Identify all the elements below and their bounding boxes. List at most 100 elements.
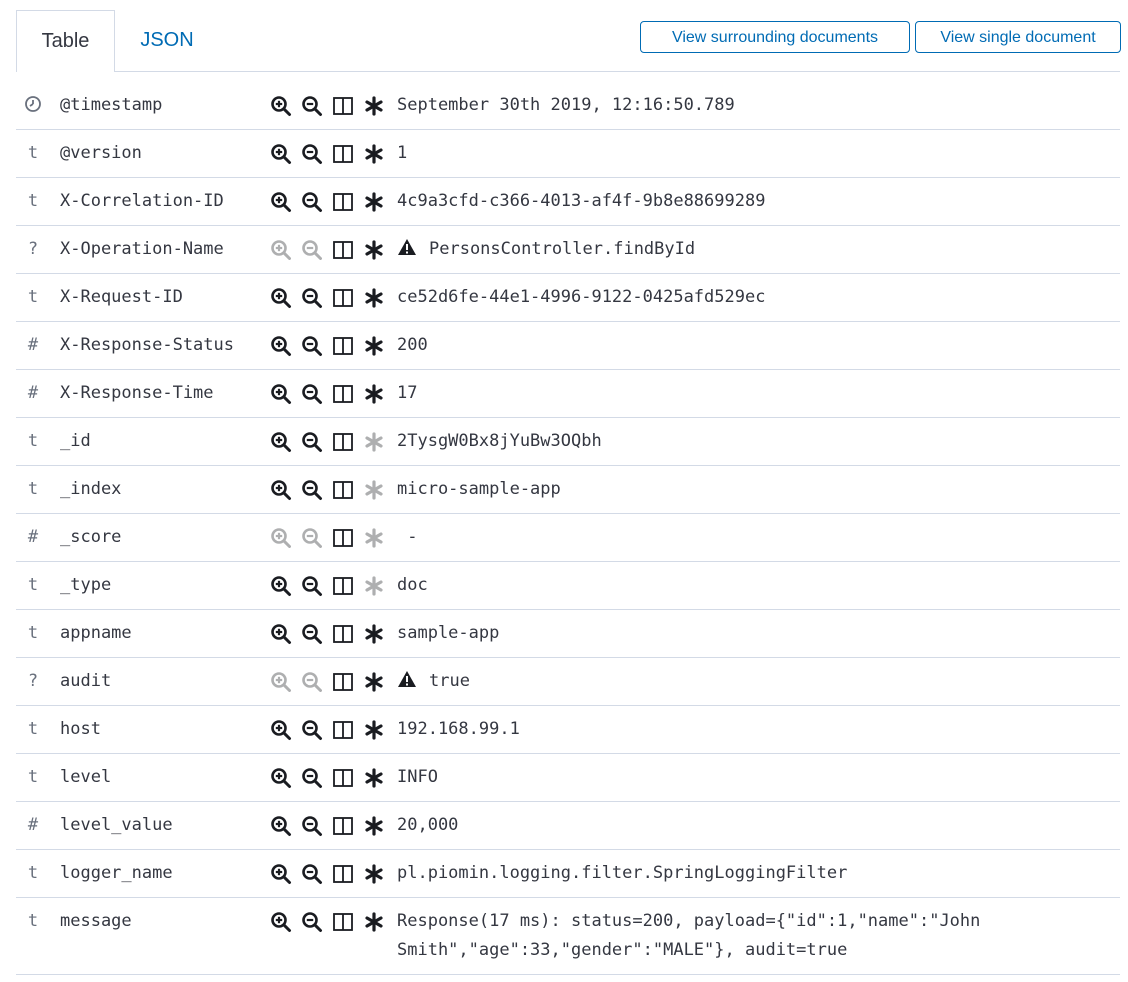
filter-exists-icon[interactable]	[363, 95, 385, 117]
filter-exists-icon[interactable]	[363, 287, 385, 309]
zoom-out-icon[interactable]	[301, 479, 323, 501]
field-name: level	[60, 767, 112, 787]
zoom-out-icon[interactable]	[301, 287, 323, 309]
toggle-column-icon[interactable]	[332, 335, 354, 357]
toggle-column-icon[interactable]	[332, 239, 354, 261]
filter-exists-icon	[363, 431, 385, 453]
field-actions	[270, 418, 398, 465]
toggle-column-icon[interactable]	[332, 143, 354, 165]
toggle-column-icon[interactable]	[332, 719, 354, 741]
zoom-in-icon[interactable]	[270, 383, 292, 405]
zoom-in-icon	[270, 239, 292, 261]
filter-exists-icon[interactable]	[363, 911, 385, 933]
zoom-in-icon[interactable]	[270, 575, 292, 597]
field-actions	[270, 370, 398, 417]
tab-table[interactable]: Table	[16, 10, 115, 72]
toggle-column-icon[interactable]	[332, 863, 354, 885]
field-value-text: doc	[397, 575, 428, 595]
toggle-column-icon[interactable]	[332, 287, 354, 309]
filter-exists-icon[interactable]	[363, 335, 385, 357]
field-value-text: ce52d6fe-44e1-4996-9122-0425afd529ec	[397, 287, 766, 307]
field-value-text: 192.168.99.1	[397, 719, 520, 739]
field-name: logger_name	[60, 863, 173, 883]
zoom-out-icon[interactable]	[301, 911, 323, 933]
toggle-column-icon[interactable]	[332, 527, 354, 549]
view-surrounding-documents-button[interactable]: View surrounding documents	[640, 21, 910, 53]
zoom-in-icon[interactable]	[270, 95, 292, 117]
filter-exists-icon[interactable]	[363, 719, 385, 741]
toggle-column-icon[interactable]	[332, 383, 354, 405]
zoom-in-icon[interactable]	[270, 767, 292, 789]
field-value-text: 20,000	[397, 815, 459, 835]
filter-exists-icon	[363, 575, 385, 597]
field-type: #	[27, 383, 39, 403]
zoom-out-icon[interactable]	[301, 143, 323, 165]
zoom-in-icon[interactable]	[270, 191, 292, 213]
field-actions	[270, 562, 398, 609]
filter-exists-icon[interactable]	[363, 239, 385, 261]
zoom-out-icon[interactable]	[301, 863, 323, 885]
filter-exists-icon[interactable]	[363, 143, 385, 165]
warning-icon	[397, 670, 417, 688]
zoom-in-icon[interactable]	[270, 719, 292, 741]
field-value: PersonsController.findById	[397, 226, 1117, 273]
toggle-column-icon[interactable]	[332, 671, 354, 693]
field-type: t	[27, 575, 39, 595]
zoom-out-icon[interactable]	[301, 95, 323, 117]
zoom-in-icon[interactable]	[270, 479, 292, 501]
zoom-in-icon[interactable]	[270, 623, 292, 645]
zoom-in-icon[interactable]	[270, 911, 292, 933]
filter-exists-icon[interactable]	[363, 767, 385, 789]
zoom-out-icon	[301, 239, 323, 261]
toggle-column-icon[interactable]	[332, 95, 354, 117]
zoom-in-icon[interactable]	[270, 335, 292, 357]
toggle-column-icon[interactable]	[332, 623, 354, 645]
zoom-in-icon[interactable]	[270, 815, 292, 837]
toggle-column-icon[interactable]	[332, 191, 354, 213]
document-fields-table: @timestamp September 30th 2019, 12:16:50.…	[16, 82, 1120, 975]
zoom-in-icon[interactable]	[270, 143, 292, 165]
table-row: t _index micro-sample-app	[16, 466, 1120, 514]
zoom-in-icon[interactable]	[270, 431, 292, 453]
toggle-column-icon[interactable]	[332, 479, 354, 501]
zoom-out-icon[interactable]	[301, 767, 323, 789]
field-value: true	[397, 658, 1117, 705]
zoom-out-icon[interactable]	[301, 623, 323, 645]
filter-exists-icon[interactable]	[363, 383, 385, 405]
toggle-column-icon[interactable]	[332, 575, 354, 597]
tab-json[interactable]: JSON	[120, 10, 214, 71]
toggle-column-icon[interactable]	[332, 767, 354, 789]
zoom-in-icon[interactable]	[270, 287, 292, 309]
field-type: t	[27, 719, 39, 739]
field-name: level_value	[60, 815, 173, 835]
field-name: X-Response-Time	[60, 383, 214, 403]
field-actions	[270, 658, 398, 705]
zoom-out-icon[interactable]	[301, 383, 323, 405]
filter-exists-icon[interactable]	[363, 863, 385, 885]
filter-exists-icon[interactable]	[363, 191, 385, 213]
field-value: sample-app	[397, 610, 1117, 657]
zoom-out-icon[interactable]	[301, 575, 323, 597]
field-value-text: pl.piomin.logging.filter.SpringLoggingFi…	[397, 863, 848, 883]
field-type: #	[27, 815, 39, 835]
toggle-column-icon[interactable]	[332, 431, 354, 453]
filter-exists-icon[interactable]	[363, 623, 385, 645]
field-value: 2TysgW0Bx8jYuBw3OQbh	[397, 418, 1117, 465]
zoom-out-icon[interactable]	[301, 191, 323, 213]
field-type: #	[27, 335, 39, 355]
field-type: #	[27, 527, 39, 547]
view-single-document-button[interactable]: View single document	[915, 21, 1121, 53]
zoom-out-icon[interactable]	[301, 431, 323, 453]
zoom-out-icon[interactable]	[301, 335, 323, 357]
table-row: t appname sample-app	[16, 610, 1120, 658]
toggle-column-icon[interactable]	[332, 815, 354, 837]
toggle-column-icon[interactable]	[332, 911, 354, 933]
zoom-out-icon[interactable]	[301, 815, 323, 837]
zoom-in-icon[interactable]	[270, 863, 292, 885]
filter-exists-icon[interactable]	[363, 671, 385, 693]
table-row: t @version 1	[16, 130, 1120, 178]
field-value-text: 1	[397, 143, 408, 163]
field-value: 20,000	[397, 802, 1117, 849]
zoom-out-icon[interactable]	[301, 719, 323, 741]
filter-exists-icon[interactable]	[363, 815, 385, 837]
